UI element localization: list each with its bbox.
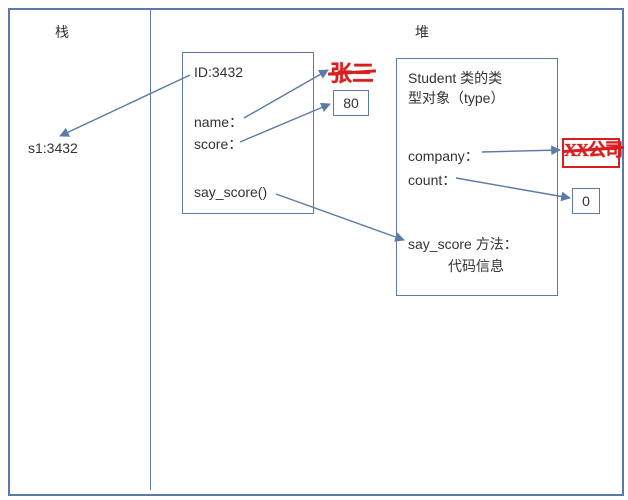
instance-id: ID:3432 [194, 64, 243, 80]
name-value-text: 张三 [330, 56, 374, 88]
type-title-line1: Student 类的类 [408, 68, 502, 88]
score-value-box: 80 [333, 90, 369, 116]
stack-heap-divider [150, 10, 151, 490]
stack-variable-s1: s1:3432 [28, 140, 78, 156]
name-value-annotation: 张三 [330, 56, 374, 88]
count-value-box: 0 [572, 188, 600, 214]
instance-score-label: score： [194, 134, 242, 154]
type-method-line2: 代码信息 [448, 256, 504, 276]
company-value-text: XX公司 [564, 136, 622, 162]
type-method-line1: say_score 方法： [408, 234, 518, 254]
type-title-line2: 型对象（type） [408, 88, 504, 108]
instance-method-label: say_score() [194, 184, 267, 200]
stack-heading: 栈 [55, 22, 69, 42]
memory-diagram: 栈 堆 s1:3432 ID:3432 name： score： say_sco… [0, 0, 628, 500]
type-company-label: company： [408, 146, 479, 166]
instance-name-label: name： [194, 112, 243, 132]
type-count-label: count： [408, 170, 456, 190]
heap-heading: 堆 [415, 22, 429, 42]
company-value-annotation: XX公司 [564, 136, 622, 162]
